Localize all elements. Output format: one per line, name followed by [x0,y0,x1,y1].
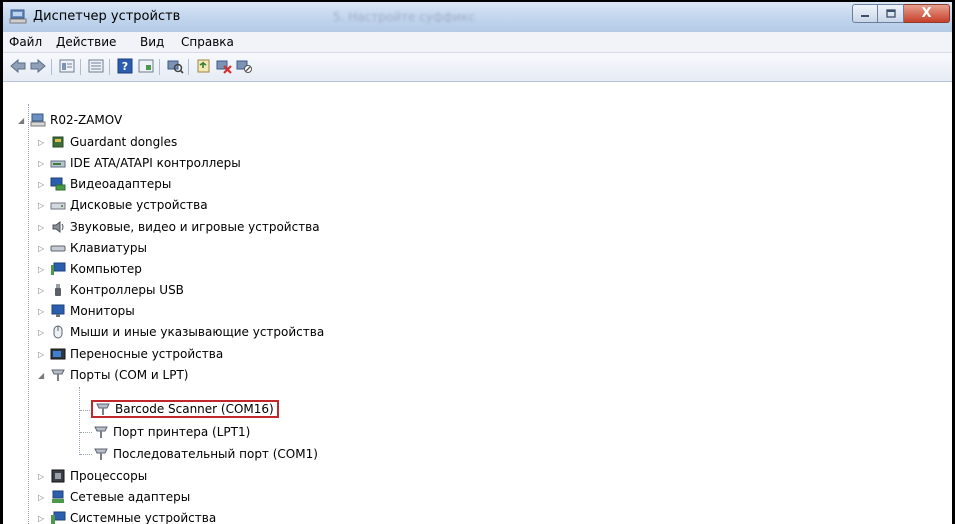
expand-arrow-icon[interactable]: ▷ [38,514,48,523]
menu-action[interactable]: Действие [56,35,116,49]
tree-item-video-adapters[interactable]: ▷ Видеоадаптеры [38,174,171,194]
tree-item-processors[interactable]: ▷ Процессоры [38,466,147,486]
close-button[interactable]: X [904,4,950,23]
help-icon[interactable]: ? [116,58,134,74]
speaker-icon [52,221,64,233]
close-icon: X [921,6,932,21]
expand-arrow-icon[interactable]: ▷ [38,472,48,481]
disable-icon[interactable] [235,58,253,74]
menu-file[interactable]: Файл [9,35,42,49]
expand-arrow-icon[interactable]: ▷ [38,244,48,253]
tree-item-disk-drives[interactable]: ▷ Дисковые устройства [38,195,208,215]
properties-pane-icon[interactable] [58,58,76,74]
uninstall-icon[interactable] [215,58,233,74]
menu-bar: Файл Действие Вид Справка [3,32,952,53]
tree-item-mice[interactable]: ▷ Мыши и иные указывающие устройства [38,322,324,342]
title-bar[interactable]: Диспетчер устройств 5. Настройте суффикс… [3,2,952,32]
background-window-title: 5. Настройте суффикс [333,10,476,24]
device-props-icon[interactable] [137,58,155,74]
processor-icon [51,469,65,483]
update-driver-icon[interactable] [195,58,213,74]
menu-help[interactable]: Справка [181,35,234,49]
keyboard-icon [50,245,66,252]
port-icon [96,403,110,415]
display-adapter-icon [50,177,66,191]
maximize-icon [885,9,896,18]
dongle-icon [52,136,64,148]
tree-item-printer-port[interactable]: Порт принтера (LPT1) [93,422,250,442]
selection-highlight: Barcode Scanner (COM16) [91,400,279,418]
monitor-icon [51,304,65,317]
expand-arrow-icon[interactable]: ▷ [38,307,48,316]
tree-item-network-adapters[interactable]: ▷ Сетевые адаптеры [38,487,190,507]
mouse-icon [53,325,63,339]
device-manager-app-icon [9,9,27,24]
expand-arrow-icon[interactable]: ▷ [38,328,48,337]
toolbar: ? [3,53,952,82]
scan-hardware-icon[interactable] [166,58,184,74]
port-icon [94,426,108,438]
tree-item-serial-port[interactable]: Последовательный порт (COM1) [93,444,318,464]
device-manager-window: Диспетчер устройств 5. Настройте суффикс… [0,0,955,524]
expand-arrow-icon[interactable]: ▷ [38,159,48,168]
system-device-icon [51,511,66,524]
tree-item-system-devices[interactable]: ▷ Системные устройства [38,508,216,524]
minimize-button[interactable] [852,4,878,23]
list-view-icon[interactable] [87,58,105,74]
tree-root-label: R02-ZAMOV [50,113,123,127]
computer-icon [51,262,66,275]
tree-item-ide-controllers[interactable]: ▷ IDE ATA/ATAPI контроллеры [38,153,241,173]
tree-item-usb-controllers[interactable]: ▷ Контроллеры USB [38,280,184,300]
network-adapter-icon [52,490,64,503]
device-tree: ◢ R02-ZAMOV ▷ Guardant dongles ▷ IDE ATA… [3,82,952,524]
menu-view[interactable]: Вид [140,35,164,49]
usb-icon [55,284,61,296]
tree-item-guardant-dongles[interactable]: ▷ Guardant dongles [38,132,177,152]
computer-root-icon [30,113,46,127]
tree-item-computer[interactable]: ▷ Компьютер [38,259,142,279]
expand-arrow-icon[interactable]: ▷ [38,350,48,359]
tree-item-monitors[interactable]: ▷ Мониторы [38,301,135,321]
minimize-icon [861,14,869,17]
disk-drive-icon [50,202,66,210]
port-icon [94,448,108,460]
expand-arrow-icon[interactable]: ▷ [38,493,48,502]
tree-item-ports[interactable]: ◢ Порты (COM и LPT) [38,365,188,385]
expand-arrow-icon[interactable]: ▷ [38,265,48,274]
port-icon [51,369,65,381]
back-icon[interactable] [9,58,27,74]
portable-device-icon [50,348,66,360]
forward-icon[interactable] [29,58,47,74]
tree-item-keyboards[interactable]: ▷ Клавиатуры [38,238,147,258]
tree-item-portable-devices[interactable]: ▷ Переносные устройства [38,344,223,364]
expand-arrow-icon[interactable]: ▷ [38,286,48,295]
expand-arrow-icon[interactable]: ▷ [38,223,48,232]
ide-controller-icon [50,160,66,168]
window-title: Диспетчер устройств [33,9,181,24]
expand-arrow-icon[interactable]: ▷ [38,201,48,210]
tree-item-sound-devices[interactable]: ▷ Звуковые, видео и игровые устройства [38,217,320,237]
collapse-arrow-icon[interactable]: ◢ [38,371,48,380]
maximize-button[interactable] [878,4,904,23]
collapse-arrow-icon[interactable]: ◢ [18,116,28,125]
tree-item-barcode-scanner[interactable]: Barcode Scanner (COM16) [91,399,279,419]
window-controls: X [852,4,950,24]
expand-arrow-icon[interactable]: ▷ [38,138,48,147]
expand-arrow-icon[interactable]: ▷ [38,180,48,189]
svg-text:?: ? [122,60,128,73]
tree-root[interactable]: ◢ R02-ZAMOV [18,110,122,130]
